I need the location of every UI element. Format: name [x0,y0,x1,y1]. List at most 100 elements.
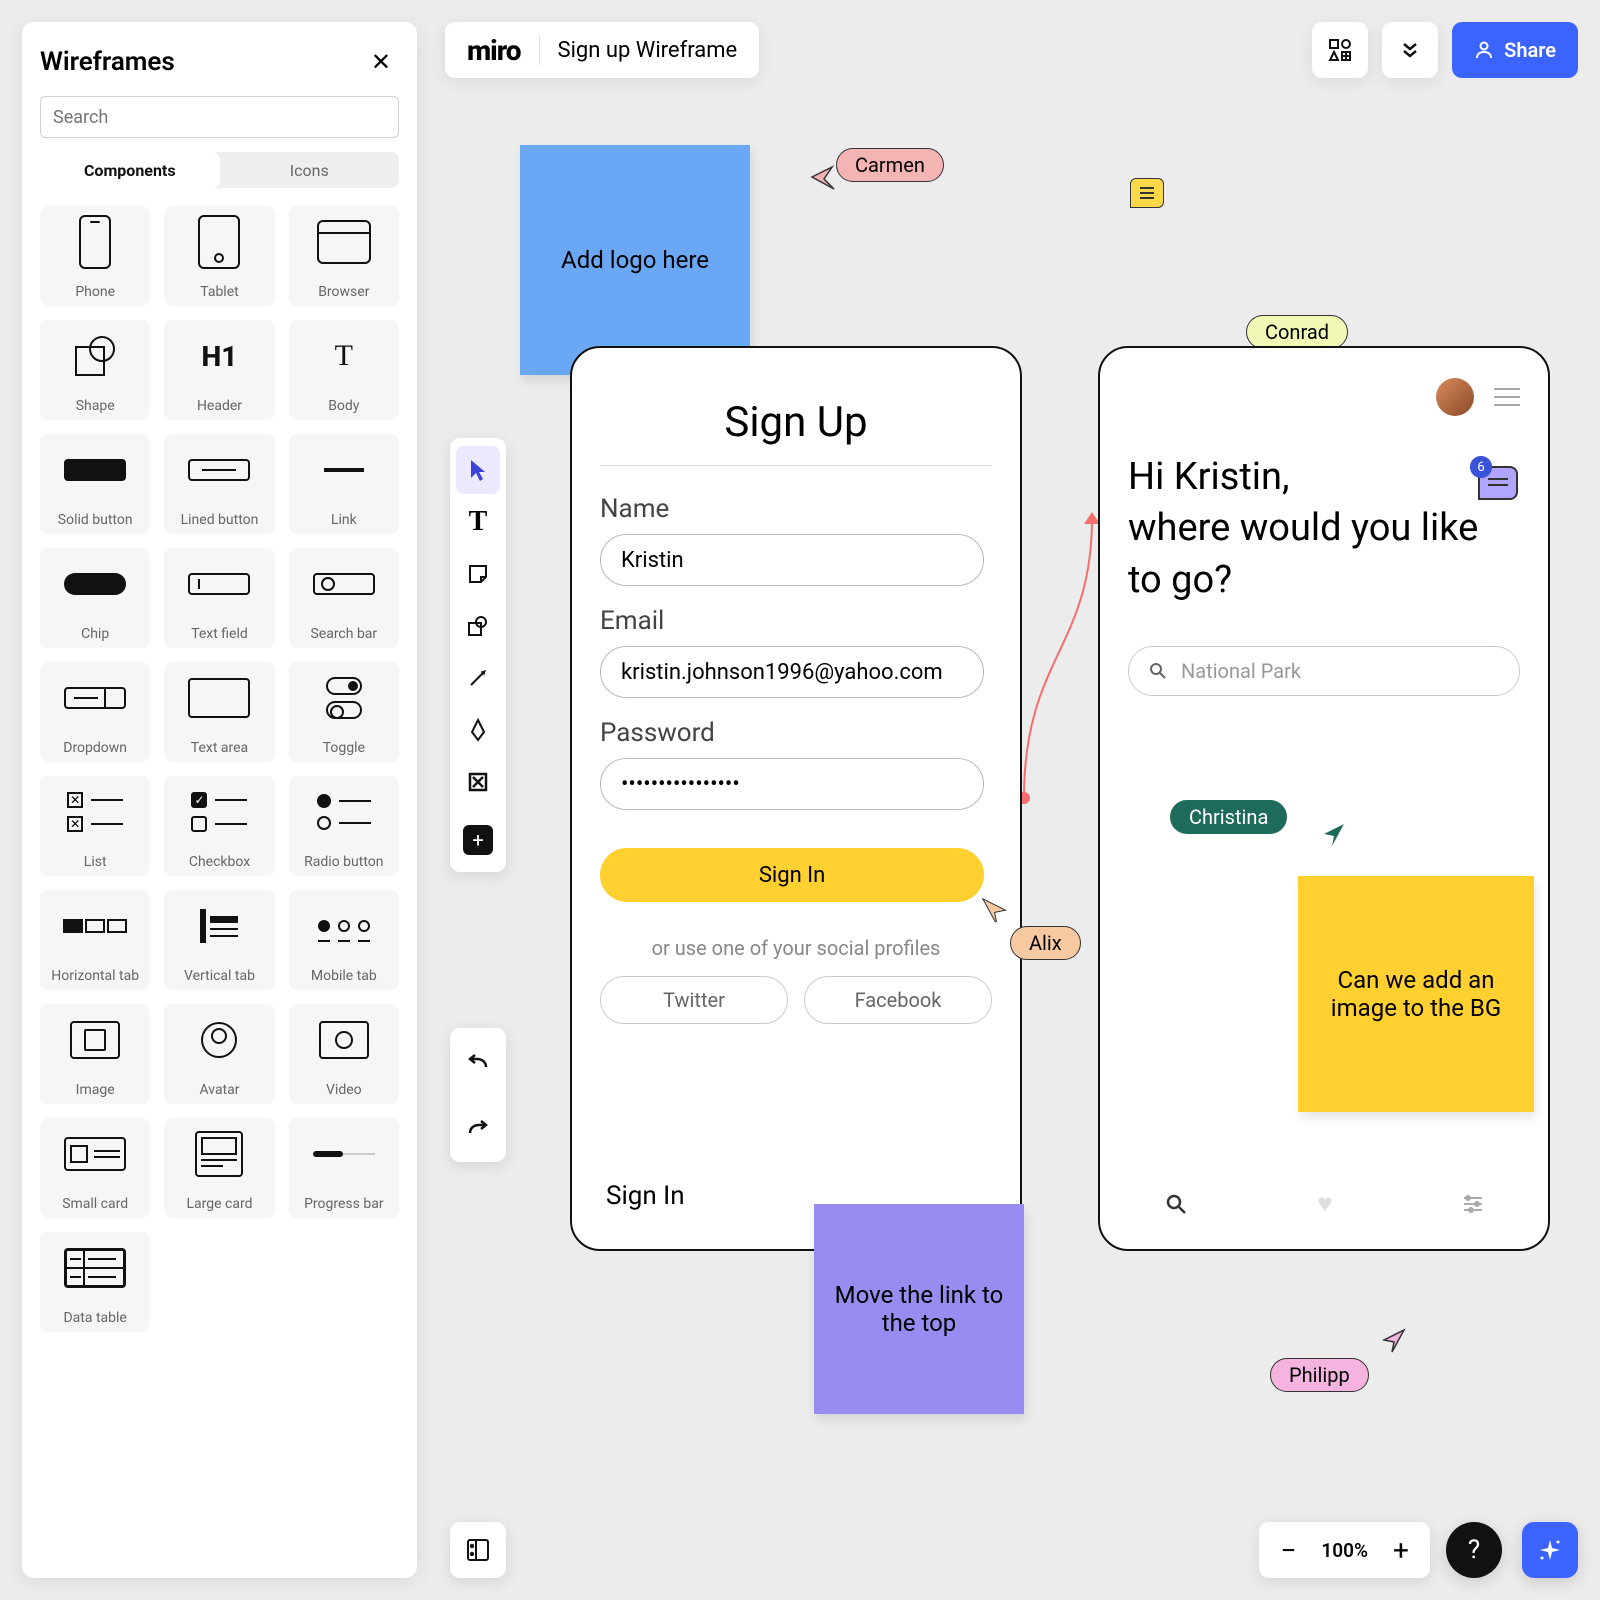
browser-icon [317,220,371,264]
signin-button[interactable]: Sign In [600,848,984,902]
tile-label: Dropdown [63,740,127,762]
tile-list[interactable]: List [40,776,150,876]
notification-icon[interactable]: 6 [1478,466,1518,500]
tile-label: Image [76,1082,115,1104]
text-area-icon [188,678,250,718]
tile-radio-button[interactable]: Radio button [289,776,399,876]
tablet-icon [198,215,240,269]
radio-icon [317,794,371,830]
search-field[interactable]: National Park [1128,646,1520,696]
name-field[interactable] [600,534,984,586]
tile-mobile-tab[interactable]: Mobile tab [289,890,399,990]
vertical-tab-icon [200,909,238,943]
tile-label: Radio button [304,854,383,876]
zoom-control: − 100% + [1259,1522,1430,1578]
nav-search-icon[interactable] [1164,1192,1188,1216]
header-icon: H1 [202,340,238,373]
or-divider: or use one of your social profiles [600,936,992,960]
horizontal-tab-icon [63,919,127,933]
help-button[interactable]: ? [1446,1522,1502,1578]
tile-text-area[interactable]: Text area [164,662,274,762]
tile-phone[interactable]: Phone [40,206,150,306]
zoom-level[interactable]: 100% [1321,1539,1368,1562]
tile-label: Data table [63,1310,126,1332]
tile-body[interactable]: TBody [289,320,399,420]
bottom-nav: ♥ [1100,1188,1548,1219]
tile-toggle[interactable]: Toggle [289,662,399,762]
signin-link[interactable]: Sign In [606,1181,685,1211]
tile-label: Large card [187,1196,253,1218]
tile-data-table[interactable]: Data table [40,1232,150,1332]
sticky-note-bg[interactable]: Can we add an image to the BG [1298,876,1534,1112]
tile-video[interactable]: Video [289,1004,399,1104]
sticky-note-movelink[interactable]: Move the link to the top [814,1204,1024,1414]
tile-label: Shape [76,398,115,420]
tile-label: Chip [81,626,109,648]
tile-lined-button[interactable]: Lined button [164,434,274,534]
email-field[interactable] [600,646,984,698]
signup-title: Sign Up [600,398,992,466]
tab-icons[interactable]: Icons [220,152,400,188]
nav-settings-icon[interactable] [1462,1194,1484,1214]
tile-label: Search bar [310,626,377,648]
frames-icon [465,1537,491,1563]
tile-header[interactable]: H1 Header [164,320,274,420]
tile-progress-bar[interactable]: Progress bar [289,1118,399,1218]
tile-horizontal-tab[interactable]: Horizontal tab [40,890,150,990]
tile-large-card[interactable]: Large card [164,1118,274,1218]
tile-browser[interactable]: Browser [289,206,399,306]
search-placeholder: National Park [1181,659,1301,683]
tile-checkbox[interactable]: Checkbox [164,776,274,876]
tile-label: Tablet [200,284,238,306]
ai-assist-button[interactable] [1522,1522,1578,1578]
tile-solid-button[interactable]: Solid button [40,434,150,534]
video-icon [319,1021,369,1059]
greeting-text: Hi Kristin, where would you like to go? [1128,452,1520,606]
tile-label: Solid button [58,512,133,534]
panel-title: Wireframes [40,47,175,77]
menu-icon[interactable] [1494,388,1520,406]
tile-image[interactable]: Image [40,1004,150,1104]
cursor-tag-carmen: Carmen [836,148,944,182]
avatar-icon [201,1022,237,1058]
tile-label: Header [197,398,242,420]
tile-search-bar[interactable]: Search bar [289,548,399,648]
home-frame[interactable]: 6 Hi Kristin, where would you like to go… [1098,346,1550,1251]
tile-label: List [84,854,107,876]
tile-dropdown[interactable]: Dropdown [40,662,150,762]
tile-small-card[interactable]: Small card [40,1118,150,1218]
tile-avatar[interactable]: Avatar [164,1004,274,1104]
phone-icon [79,215,111,269]
tile-label: Browser [318,284,369,306]
lined-button-icon [188,459,250,481]
zoom-in-button[interactable]: + [1386,1534,1416,1567]
search-input[interactable] [40,96,399,138]
password-field[interactable] [600,758,984,810]
tab-components[interactable]: Components [40,152,220,188]
tile-link[interactable]: Link [289,434,399,534]
tile-tablet[interactable]: Tablet [164,206,274,306]
text-field-icon [188,573,250,595]
cursor-pointer-icon [810,165,840,193]
sticky-note-logo[interactable]: Add logo here [520,145,750,375]
facebook-button[interactable]: Facebook [804,976,992,1024]
tile-label: Lined button [181,512,259,534]
close-icon[interactable]: ✕ [363,44,399,80]
tile-text-field[interactable]: Text field [164,548,274,648]
image-icon [70,1021,120,1059]
twitter-button[interactable]: Twitter [600,976,788,1024]
tile-shape[interactable]: Shape [40,320,150,420]
zoom-out-button[interactable]: − [1273,1534,1303,1567]
help-icon: ? [1468,1535,1480,1565]
small-card-icon [64,1137,126,1171]
avatar[interactable] [1436,378,1474,416]
tile-label: Vertical tab [184,968,255,990]
signup-frame[interactable]: Sign Up Name Email Password Sign In or u… [570,346,1022,1251]
tile-vertical-tab[interactable]: Vertical tab [164,890,274,990]
tile-chip[interactable]: Chip [40,548,150,648]
notification-count: 6 [1470,456,1492,478]
wireframes-panel: Wireframes ✕ Components Icons Phone Tabl… [22,22,417,1578]
nav-heart-icon[interactable]: ♥ [1317,1188,1332,1219]
comment-icon[interactable] [1130,178,1164,208]
frames-panel-button[interactable] [450,1522,506,1578]
